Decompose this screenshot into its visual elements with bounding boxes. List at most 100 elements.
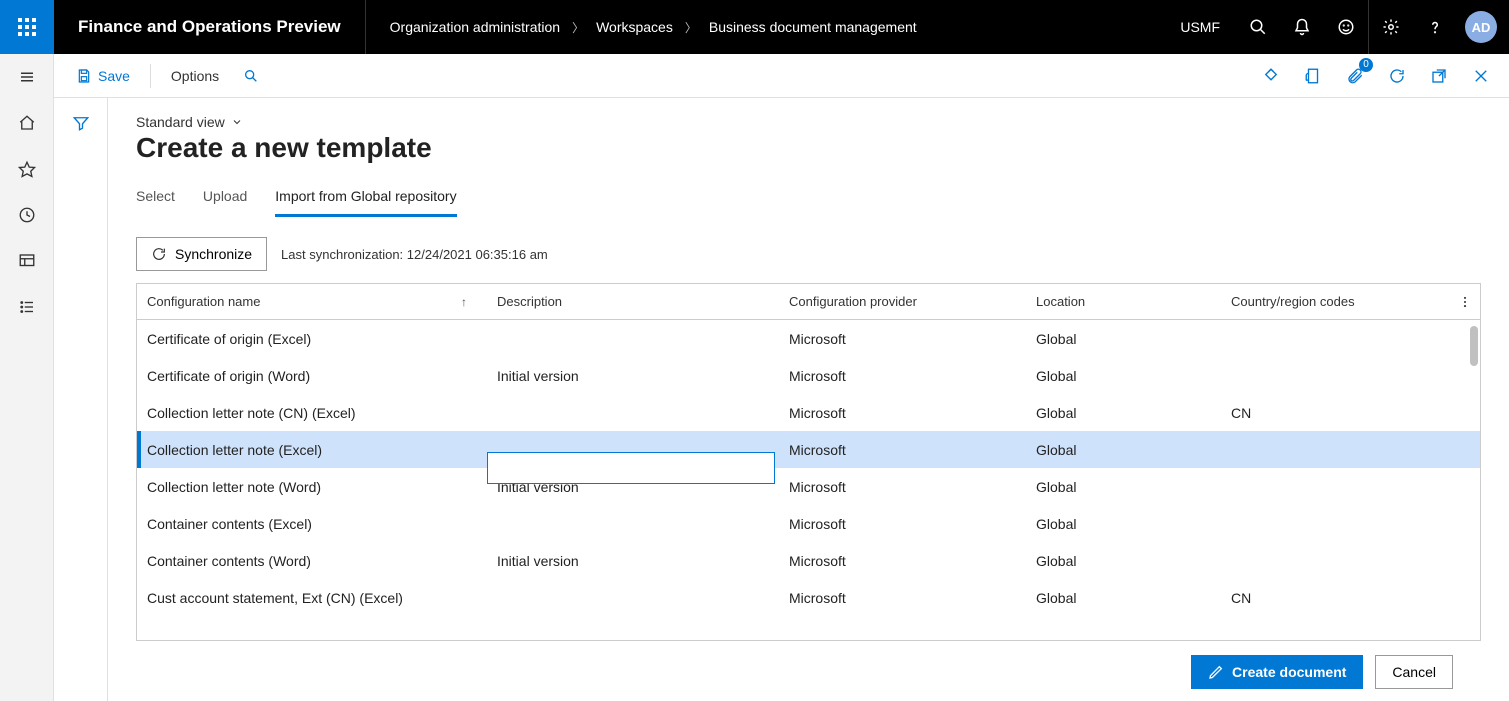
synchronize-button[interactable]: Synchronize	[136, 237, 267, 271]
cell: Global	[1026, 590, 1221, 606]
list-icon	[18, 298, 36, 316]
cell: Container contents (Word)	[137, 553, 487, 569]
tabs: Select Upload Import from Global reposit…	[136, 182, 1481, 217]
help-button[interactable]	[1413, 0, 1457, 54]
table-row[interactable]: Collection letter note (Excel)MicrosoftG…	[137, 431, 1480, 468]
action-search-button[interactable]	[235, 60, 267, 92]
templates-grid: Configuration name ↑ Description Configu…	[136, 283, 1481, 641]
cell: Cust account statement, Ext (CN) (Excel)	[137, 590, 487, 606]
col-description[interactable]: Description	[487, 284, 779, 319]
cell: Collection letter note (CN) (Excel)	[137, 405, 487, 421]
clock-icon	[18, 206, 36, 224]
cell: Microsoft	[779, 516, 1026, 532]
popout-button[interactable]	[1425, 62, 1453, 90]
cell: Initial version	[487, 479, 779, 495]
pin-button[interactable]	[1257, 62, 1285, 90]
col-country-region-codes[interactable]: Country/region codes	[1221, 284, 1421, 319]
scrollbar-thumb[interactable]	[1470, 326, 1478, 366]
top-header: Finance and Operations Preview Organizat…	[0, 0, 1509, 54]
workspace-icon	[18, 252, 36, 270]
view-label: Standard view	[136, 114, 225, 130]
create-document-label: Create document	[1232, 664, 1346, 680]
filter-pane-toggle[interactable]	[54, 98, 108, 701]
options-button[interactable]: Options	[163, 60, 227, 92]
synchronize-label: Synchronize	[175, 246, 252, 262]
hamburger-icon	[18, 68, 36, 86]
cancel-label: Cancel	[1392, 664, 1436, 680]
cell: Global	[1026, 553, 1221, 569]
col-configuration-name[interactable]: Configuration name ↑	[137, 284, 487, 319]
col-configuration-provider[interactable]: Configuration provider	[779, 284, 1026, 319]
tab-select[interactable]: Select	[136, 182, 175, 217]
close-icon	[1472, 67, 1490, 85]
table-row[interactable]: Cust account statement, Ext (CN) (Excel)…	[137, 579, 1480, 616]
header-right: USMF AD	[1164, 0, 1509, 54]
feedback-button[interactable]	[1324, 0, 1368, 54]
cell: Microsoft	[779, 405, 1026, 421]
nav-home[interactable]	[0, 100, 54, 146]
nav-modules[interactable]	[0, 284, 54, 330]
smiley-icon	[1337, 18, 1355, 36]
refresh-button[interactable]	[1383, 62, 1411, 90]
search-button[interactable]	[1236, 0, 1280, 54]
cell: Collection letter note (Word)	[137, 479, 487, 495]
save-button[interactable]: Save	[68, 60, 138, 92]
cell: Container contents (Excel)	[137, 516, 487, 532]
cell: Microsoft	[779, 553, 1026, 569]
options-label: Options	[171, 68, 219, 84]
app-launcher-button[interactable]	[0, 0, 54, 54]
create-document-button[interactable]: Create document	[1191, 655, 1363, 689]
cell: Microsoft	[779, 331, 1026, 347]
waffle-icon	[17, 17, 37, 37]
close-button[interactable]	[1467, 62, 1495, 90]
search-icon	[1249, 18, 1267, 36]
breadcrumb-item[interactable]: Organization administration	[390, 19, 560, 35]
table-row[interactable]: Container contents (Excel) MicrosoftGloba…	[137, 505, 1480, 542]
divider	[150, 64, 151, 88]
tab-import-global[interactable]: Import from Global repository	[275, 182, 456, 217]
cancel-button[interactable]: Cancel	[1375, 655, 1453, 689]
cell: Global	[1026, 331, 1221, 347]
table-row[interactable]: Container contents (Word)Initial version…	[137, 542, 1480, 579]
attachment-count-badge: 0	[1359, 58, 1373, 72]
breadcrumb-item[interactable]: Workspaces	[596, 19, 673, 35]
nav-recent[interactable]	[0, 192, 54, 238]
diamond-icon	[1262, 67, 1280, 85]
settings-button[interactable]	[1369, 0, 1413, 54]
app-title: Finance and Operations Preview	[54, 17, 365, 37]
nav-favorites[interactable]	[0, 146, 54, 192]
refresh-icon	[1388, 67, 1406, 85]
chevron-right-icon: 〉	[572, 19, 584, 36]
funnel-icon	[72, 114, 90, 132]
cell: Initial version	[487, 368, 779, 384]
cell: Certificate of origin (Word)	[137, 368, 487, 384]
chevron-down-icon	[231, 116, 243, 128]
attachments-button[interactable]: 0	[1341, 62, 1369, 90]
search-icon	[243, 68, 259, 84]
table-row[interactable]: Collection letter note (CN) (Excel) Micro…	[137, 394, 1480, 431]
col-location[interactable]: Location	[1026, 284, 1221, 319]
cell: CN	[1221, 405, 1421, 421]
table-row[interactable]: Collection letter note (Word)Initial ver…	[137, 468, 1480, 505]
cell: Collection letter note (Excel)	[137, 442, 487, 458]
table-row[interactable]: Certificate of origin (Excel)MicrosoftGl…	[137, 320, 1480, 357]
action-bar: Save Options 0	[54, 54, 1509, 98]
cell: Global	[1026, 516, 1221, 532]
open-in-office-button[interactable]	[1299, 62, 1327, 90]
cell: Microsoft	[779, 442, 1026, 458]
breadcrumb-item[interactable]: Business document management	[709, 19, 917, 35]
avatar[interactable]: AD	[1465, 11, 1497, 43]
notifications-button[interactable]	[1280, 0, 1324, 54]
bell-icon	[1293, 18, 1311, 36]
grid-body[interactable]: Certificate of origin (Excel)MicrosoftGl…	[137, 320, 1480, 640]
table-row[interactable]: Certificate of origin (Word)Initial vers…	[137, 357, 1480, 394]
company-label[interactable]: USMF	[1164, 19, 1236, 35]
footer-actions: Create document Cancel	[136, 641, 1481, 689]
popout-icon	[1430, 67, 1448, 85]
grid-options-button[interactable]	[1450, 295, 1480, 309]
nav-workspaces[interactable]	[0, 238, 54, 284]
cell: Microsoft	[779, 590, 1026, 606]
tab-upload[interactable]: Upload	[203, 182, 247, 217]
view-selector[interactable]: Standard view	[136, 114, 1481, 130]
nav-toggle-button[interactable]	[0, 54, 54, 100]
